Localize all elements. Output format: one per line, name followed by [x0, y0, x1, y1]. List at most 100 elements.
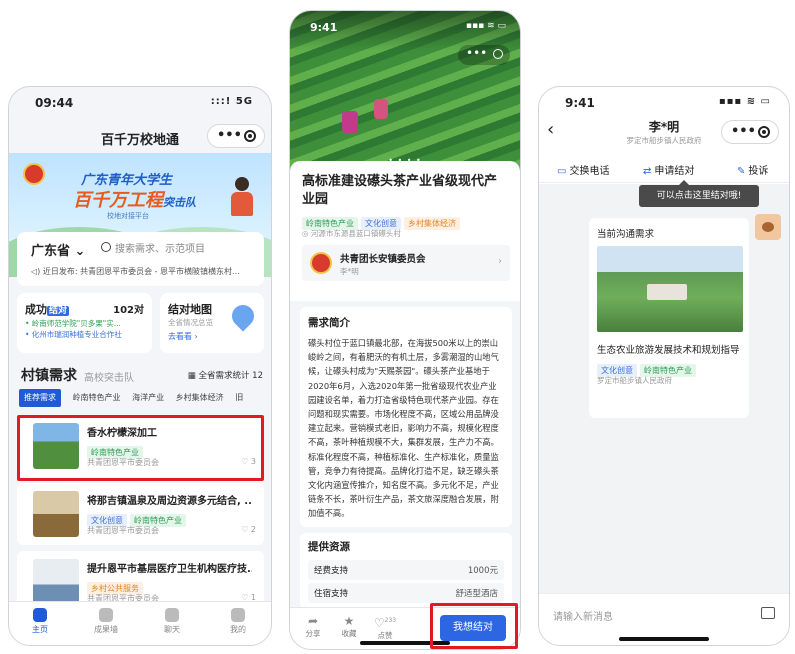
- home-indicator: [619, 637, 709, 641]
- search-icon: [101, 242, 111, 252]
- more-icon[interactable]: •••: [217, 128, 242, 143]
- stats-link[interactable]: ▦ 全省需求统计 12: [188, 369, 263, 381]
- banner-line2: 百千万工程突击队: [73, 190, 196, 211]
- item-title: 提升恩平市基层医疗卫生机构医疗技...: [87, 564, 252, 575]
- detail-header: 高标准建设礤头茶产业省级现代产业园 岭南特色产业 文化创意 乡村集体经济 ◎ 河源市…: [290, 161, 520, 301]
- message-heading: 当前沟通需求: [597, 229, 655, 240]
- complaint-button[interactable]: ✎ 投诉: [737, 162, 768, 177]
- tab-recommended[interactable]: 推荐需求: [19, 389, 61, 407]
- success-pairing-card[interactable]: 成功 结对 102对 • 岭南师范学院"贝多果"实... • 化州市瑞润种植专业合…: [17, 293, 152, 353]
- tab-ocean[interactable]: 海洋产业: [132, 389, 164, 407]
- banner-line3: 校地对接平台: [107, 212, 149, 220]
- status-bar: 9:41 ▪▪▪ ≋ ▭: [539, 87, 789, 115]
- item-title: 将那吉镇温泉及周边资源多元结合, ...: [87, 496, 252, 507]
- item-org: 共青团恩平市委员会: [87, 526, 159, 535]
- edit-icon: ✎: [737, 166, 746, 177]
- tabbar-home[interactable]: 主页: [15, 608, 65, 635]
- more-icon[interactable]: •••: [466, 46, 487, 60]
- bottom-tabbar: 主页 成果墙 聊天 我的: [9, 601, 271, 645]
- phone-icon: ▭: [557, 166, 567, 177]
- miniprogram-capsule[interactable]: •••: [721, 120, 779, 144]
- summary-cards: 成功 结对 102对 • 岭南师范学院"贝多果"实... • 化州市瑞润种植专业合…: [17, 293, 264, 353]
- section-title[interactable]: 村镇需求: [21, 365, 77, 385]
- tab-lingnan[interactable]: 岭南特色产业: [73, 389, 121, 407]
- success-line: • 岭南师范学院"贝多果"实...: [25, 319, 121, 328]
- pairing-map-card[interactable]: 结对地图 全省情况总览 去看看 ›: [160, 293, 264, 353]
- like-button[interactable]: ♡233 点赞: [370, 614, 400, 641]
- speaker-icon: ◁): [31, 267, 43, 276]
- resource-row: 经费支持 1000元: [308, 560, 504, 580]
- miniprogram-capsule[interactable]: •••: [207, 124, 265, 148]
- profile-icon: [231, 608, 245, 622]
- close-miniprogram-icon[interactable]: [493, 49, 503, 59]
- close-miniprogram-icon[interactable]: [758, 126, 770, 138]
- share-icon: ➦: [307, 614, 319, 628]
- highlight-box: [17, 415, 264, 481]
- view-link[interactable]: 去看看 ›: [168, 331, 198, 342]
- demand-photo: [597, 246, 743, 332]
- phone-detail-screen: 9:41 ▪▪▪ ≋ ▭ ••• • • • • 高标准建设礤头茶产业省级现代产…: [289, 10, 521, 650]
- tabbar-profile[interactable]: 我的: [213, 608, 263, 635]
- search-input[interactable]: 搜索需求、示范项目: [115, 240, 205, 255]
- card-subtitle: 全省情况总览: [168, 318, 213, 327]
- resource-section: 提供资源 经费支持 1000元 住宿支持 舒适型酒店: [300, 533, 512, 609]
- chevron-right-icon: ›: [498, 256, 502, 267]
- status-time: 09:44: [35, 96, 74, 110]
- avatar[interactable]: [755, 214, 781, 240]
- pairing-count: 102对: [113, 305, 144, 316]
- signal-icon: :::! 5G: [210, 96, 253, 107]
- status-time: 9:41: [310, 21, 338, 34]
- message-input[interactable]: 请输入新消息: [553, 608, 613, 623]
- item-thumbnail: [33, 491, 79, 537]
- address: ◎ 河源市东源县蓝口镇礤头村: [302, 229, 401, 238]
- category-tabs: 推荐需求 岭南特色产业 海洋产业 乡村集体经济 旧: [19, 389, 269, 409]
- photo-figure: [374, 99, 388, 119]
- collect-button[interactable]: ★ 收藏: [334, 614, 364, 639]
- apply-pair-button[interactable]: ⇄ 申请结对: [643, 162, 694, 177]
- description-section: 需求简介 礤头村位于蓝口镇最北部，在海拔500米以上的崇山峻岭之间，有着肥沃的有…: [300, 307, 512, 527]
- list-item[interactable]: 将那吉镇温泉及周边资源多元结合, ... 文化创意 岭南特色产业 共青团恩平市委员…: [17, 483, 264, 545]
- league-emblem-icon: [23, 163, 45, 185]
- miniprogram-capsule[interactable]: •••: [458, 45, 510, 65]
- announcement-bar[interactable]: ◁) 近日发布: 共青团恩平市委员会 - 恩平市横陂镇横东村...: [31, 266, 240, 277]
- chevron-down-icon: ⌄: [74, 244, 86, 259]
- chat-icon: [165, 608, 179, 622]
- pair-icon: ⇄: [643, 166, 652, 177]
- chat-area[interactable]: 当前沟通需求 生态农业旅游发展技术和规划指导 文化创意 岭南特色产业 罗定市船步镇…: [539, 184, 789, 593]
- card-title: 结对地图: [168, 303, 212, 316]
- image-icon[interactable]: [761, 607, 775, 619]
- share-button[interactable]: ➦ 分享: [298, 614, 328, 639]
- star-icon: ★: [343, 614, 355, 628]
- map-pin-icon: [227, 300, 259, 332]
- section-heading: 需求简介: [308, 317, 350, 329]
- demand-org: 罗定市船步镇人民政府: [597, 376, 672, 385]
- publisher-name: 共青团长安镇委员会: [340, 254, 426, 265]
- province-selector[interactable]: 广东省 ⌄: [31, 240, 85, 259]
- publisher-card[interactable]: 共青团长安镇委员会 李*明 ›: [302, 245, 510, 281]
- card-title: 成功 结对: [25, 303, 70, 316]
- resource-row: 住宿支持 舒适型酒店: [308, 583, 504, 603]
- description-body: 礤头村位于蓝口镇最北部，在海拔500米以上的崇山峻岭之间，有着肥沃的有机土层，多…: [308, 338, 499, 519]
- tea-plantation-photo[interactable]: 9:41 ▪▪▪ ≋ ▭ ••• • • • •: [290, 11, 520, 171]
- demand-message-card[interactable]: 当前沟通需求 生态农业旅游发展技术和规划指导 文化创意 岭南特色产业 罗定市船步镇…: [589, 218, 749, 418]
- chart-icon: ▦: [187, 371, 199, 381]
- phone-chat-screen: 9:41 ▪▪▪ ≋ ▭ ‹ 李*明 罗定市船步镇人民政府 ••• ▭ 交换电话 …: [538, 86, 790, 646]
- page-title: 高标准建设礤头茶产业省级现代产业园: [302, 174, 498, 207]
- tab-collective[interactable]: 乡村集体经济: [176, 389, 224, 407]
- home-icon: [33, 608, 47, 622]
- close-miniprogram-icon[interactable]: [244, 130, 256, 142]
- tab-more[interactable]: 旧: [235, 389, 243, 407]
- search-card: 广东省 ⌄ 搜索需求、示范项目 ◁) 近日发布: 共青团恩平市委员会 - 恩平市…: [17, 232, 264, 286]
- tabbar-results[interactable]: 成果墙: [81, 608, 131, 635]
- photo-figure: [342, 111, 358, 133]
- demand-title: 生态农业旅游发展技术和规划指导: [597, 345, 740, 356]
- item-thumbnail: [33, 559, 79, 605]
- more-icon[interactable]: •••: [731, 124, 756, 139]
- section-alt-tab[interactable]: 高校突击队: [84, 369, 134, 384]
- tabbar-chat[interactable]: 聊天: [147, 608, 197, 635]
- avatar: [310, 252, 332, 274]
- status-bar: 09:44 :::! 5G: [9, 87, 271, 115]
- success-line: • 化州市瑞润种植专业合作社: [25, 330, 122, 339]
- like-count[interactable]: ♡ 2: [241, 525, 256, 534]
- exchange-phone-button[interactable]: ▭ 交换电话: [557, 162, 609, 177]
